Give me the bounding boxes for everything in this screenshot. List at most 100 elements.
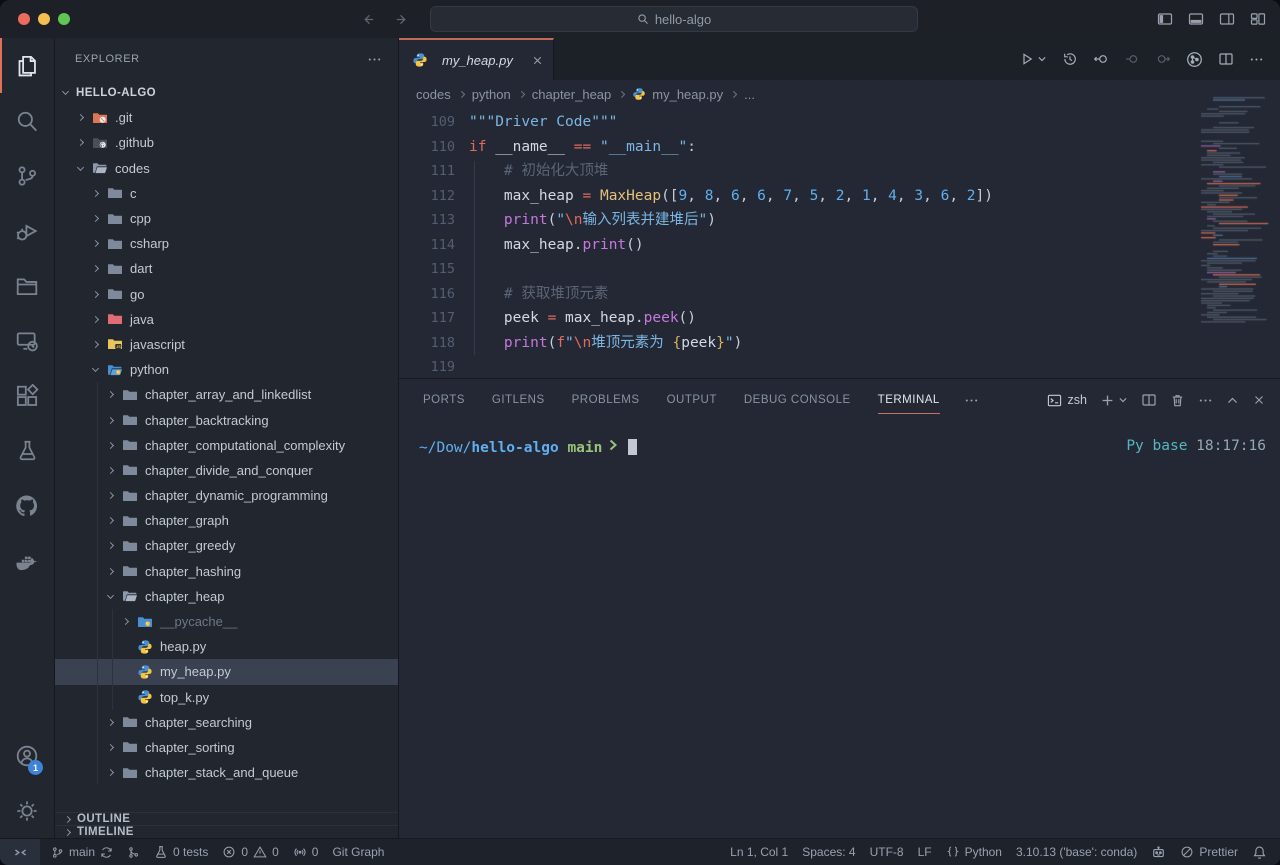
- tree-item-chapter-heap[interactable]: chapter_heap: [55, 584, 398, 609]
- tree-item-chapter-hashing[interactable]: chapter_hashing: [55, 559, 398, 584]
- tree-item-java[interactable]: java: [55, 307, 398, 332]
- navigate-forward-icon[interactable]: [393, 12, 408, 27]
- git-graph-icon[interactable]: [1186, 51, 1203, 68]
- previous-revision-icon[interactable]: [1093, 51, 1109, 67]
- breadcrumb-item[interactable]: codes: [416, 87, 451, 102]
- status-cursor-position[interactable]: Ln 1, Col 1: [723, 839, 795, 865]
- tree-item-chapter-divide-and-conquer[interactable]: chapter_divide_and_conquer: [55, 458, 398, 483]
- panel-more-actions-icon[interactable]: [1198, 393, 1213, 408]
- terminal[interactable]: ~/Dow/hello-algo main Py base 18:17:16: [399, 421, 1280, 838]
- tree-item-c[interactable]: c: [55, 181, 398, 206]
- activity-item-testing[interactable]: [0, 423, 54, 478]
- tree-item--pycache-[interactable]: __pycache__: [55, 609, 398, 634]
- panel-tab-output[interactable]: OUTPUT: [667, 379, 717, 421]
- status-notifications[interactable]: [1245, 839, 1274, 865]
- tree-item-chapter-sorting[interactable]: chapter_sorting: [55, 735, 398, 760]
- close-tab-icon[interactable]: [531, 54, 544, 67]
- maximize-window-button[interactable]: [58, 13, 70, 25]
- status-indentation[interactable]: Spaces: 4: [795, 839, 862, 865]
- toggle-panel-icon[interactable]: [1188, 11, 1204, 27]
- activity-item-explorer[interactable]: [0, 38, 54, 93]
- tree-item-chapter-greedy[interactable]: chapter_greedy: [55, 533, 398, 558]
- panel-tab-debug-console[interactable]: DEBUG CONSOLE: [744, 379, 851, 421]
- panel-tab-gitlens[interactable]: GITLENS: [492, 379, 545, 421]
- command-center-search[interactable]: hello-algo: [430, 6, 918, 32]
- code-line[interactable]: 111 # 初始化大顶堆: [399, 159, 1280, 184]
- code-editor[interactable]: 109"""Driver Code"""110if __name__ == "_…: [399, 108, 1280, 378]
- tree-item-chapter-backtracking[interactable]: chapter_backtracking: [55, 407, 398, 432]
- breadcrumb-item[interactable]: my_heap.py: [632, 86, 723, 102]
- code-line[interactable]: 118 print(f"\n堆顶元素为 {peek}"): [399, 331, 1280, 356]
- status-language-mode[interactable]: Python: [939, 839, 1009, 865]
- code-line[interactable]: 113 print("\n输入列表并建堆后"): [399, 208, 1280, 233]
- status-prettier[interactable]: Prettier: [1173, 839, 1245, 865]
- sidebar-section-outline[interactable]: OUTLINE: [55, 812, 398, 825]
- code-line[interactable]: 109"""Driver Code""": [399, 110, 1280, 135]
- status-eol[interactable]: LF: [911, 839, 939, 865]
- minimap[interactable]: [1199, 94, 1275, 334]
- panel-tab-terminal[interactable]: TERMINAL: [878, 379, 940, 421]
- tree-item-python[interactable]: python: [55, 357, 398, 382]
- status-tests[interactable]: 0 tests: [147, 839, 215, 865]
- tree-item-go[interactable]: go: [55, 282, 398, 307]
- breadcrumb-item[interactable]: python: [472, 87, 511, 102]
- split-editor-icon[interactable]: [1218, 51, 1234, 67]
- activity-item-search[interactable]: [0, 93, 54, 148]
- panel-more-tabs-icon[interactable]: [964, 379, 979, 421]
- editor-more-actions-icon[interactable]: [1249, 52, 1264, 67]
- tree-item-cpp[interactable]: cpp: [55, 206, 398, 231]
- tree-item-codes[interactable]: codes: [55, 156, 398, 181]
- activity-item-extensions[interactable]: [0, 368, 54, 423]
- tree-item-heap-py[interactable]: heap.py: [55, 634, 398, 659]
- activity-item-source-control[interactable]: [0, 148, 54, 203]
- tree-item-chapter-dynamic-programming[interactable]: chapter_dynamic_programming: [55, 483, 398, 508]
- run-python-file-button[interactable]: [1019, 51, 1047, 67]
- tree-item-chapter-computational-complexity[interactable]: chapter_computational_complexity: [55, 433, 398, 458]
- status-feedback[interactable]: [1144, 839, 1173, 865]
- tree-item-csharp[interactable]: csharp: [55, 231, 398, 256]
- toggle-primary-sidebar-icon[interactable]: [1157, 11, 1173, 27]
- panel-tab-problems[interactable]: PROBLEMS: [572, 379, 640, 421]
- status-git-graph[interactable]: Git Graph: [325, 839, 391, 865]
- status-ports[interactable]: 0: [286, 839, 326, 865]
- code-line[interactable]: 116 # 获取堆顶元素: [399, 282, 1280, 307]
- explorer-more-actions-icon[interactable]: [367, 52, 382, 67]
- minimize-window-button[interactable]: [38, 13, 50, 25]
- activity-item-settings[interactable]: [0, 783, 54, 838]
- tree-item-javascript[interactable]: JSjavascript: [55, 332, 398, 357]
- code-line[interactable]: 119: [399, 355, 1280, 380]
- tree-item-my-heap-py[interactable]: my_heap.py: [55, 659, 398, 684]
- activity-item-project-manager[interactable]: [0, 258, 54, 313]
- toggle-secondary-sidebar-icon[interactable]: [1219, 11, 1235, 27]
- status-encoding[interactable]: UTF-8: [863, 839, 911, 865]
- tree-item-chapter-graph[interactable]: chapter_graph: [55, 508, 398, 533]
- code-line[interactable]: 117 peek = max_heap.peek(): [399, 306, 1280, 331]
- panel-tab-ports[interactable]: PORTS: [423, 379, 465, 421]
- tree-item-chapter-array-and-linkedlist[interactable]: chapter_array_and_linkedlist: [55, 382, 398, 407]
- split-terminal-icon[interactable]: [1141, 392, 1157, 408]
- status-python-interpreter[interactable]: 3.10.13 ('base': conda): [1009, 839, 1144, 865]
- previous-change-icon[interactable]: [1124, 51, 1140, 67]
- breadcrumb-item[interactable]: ...: [744, 87, 755, 102]
- next-change-icon[interactable]: [1155, 51, 1171, 67]
- tree-item-top-k-py[interactable]: top_k.py: [55, 685, 398, 710]
- tree-item-chapter-searching[interactable]: chapter_searching: [55, 710, 398, 735]
- activity-item-github[interactable]: [0, 478, 54, 533]
- close-panel-icon[interactable]: [1252, 393, 1266, 407]
- activity-item-accounts[interactable]: 1: [0, 728, 54, 783]
- code-line[interactable]: 112 max_heap = MaxHeap([9, 8, 6, 6, 7, 5…: [399, 184, 1280, 209]
- code-line[interactable]: 115: [399, 257, 1280, 282]
- file-history-icon[interactable]: [1062, 51, 1078, 67]
- tree-item--git[interactable]: .git: [55, 105, 398, 130]
- activity-item-remote-explorer[interactable]: [0, 313, 54, 368]
- tab-my-heap[interactable]: my_heap.py: [399, 38, 554, 80]
- status-git-compare[interactable]: [120, 839, 147, 865]
- status-remote[interactable]: [0, 839, 40, 865]
- breadcrumb-item[interactable]: chapter_heap: [532, 87, 612, 102]
- status-branch[interactable]: main: [44, 839, 120, 865]
- terminal-shell-picker[interactable]: zsh: [1047, 393, 1087, 408]
- code-line[interactable]: 110if __name__ == "__main__":: [399, 135, 1280, 160]
- tree-item-dart[interactable]: dart: [55, 256, 398, 281]
- activity-item-run-debug[interactable]: [0, 203, 54, 258]
- close-window-button[interactable]: [18, 13, 30, 25]
